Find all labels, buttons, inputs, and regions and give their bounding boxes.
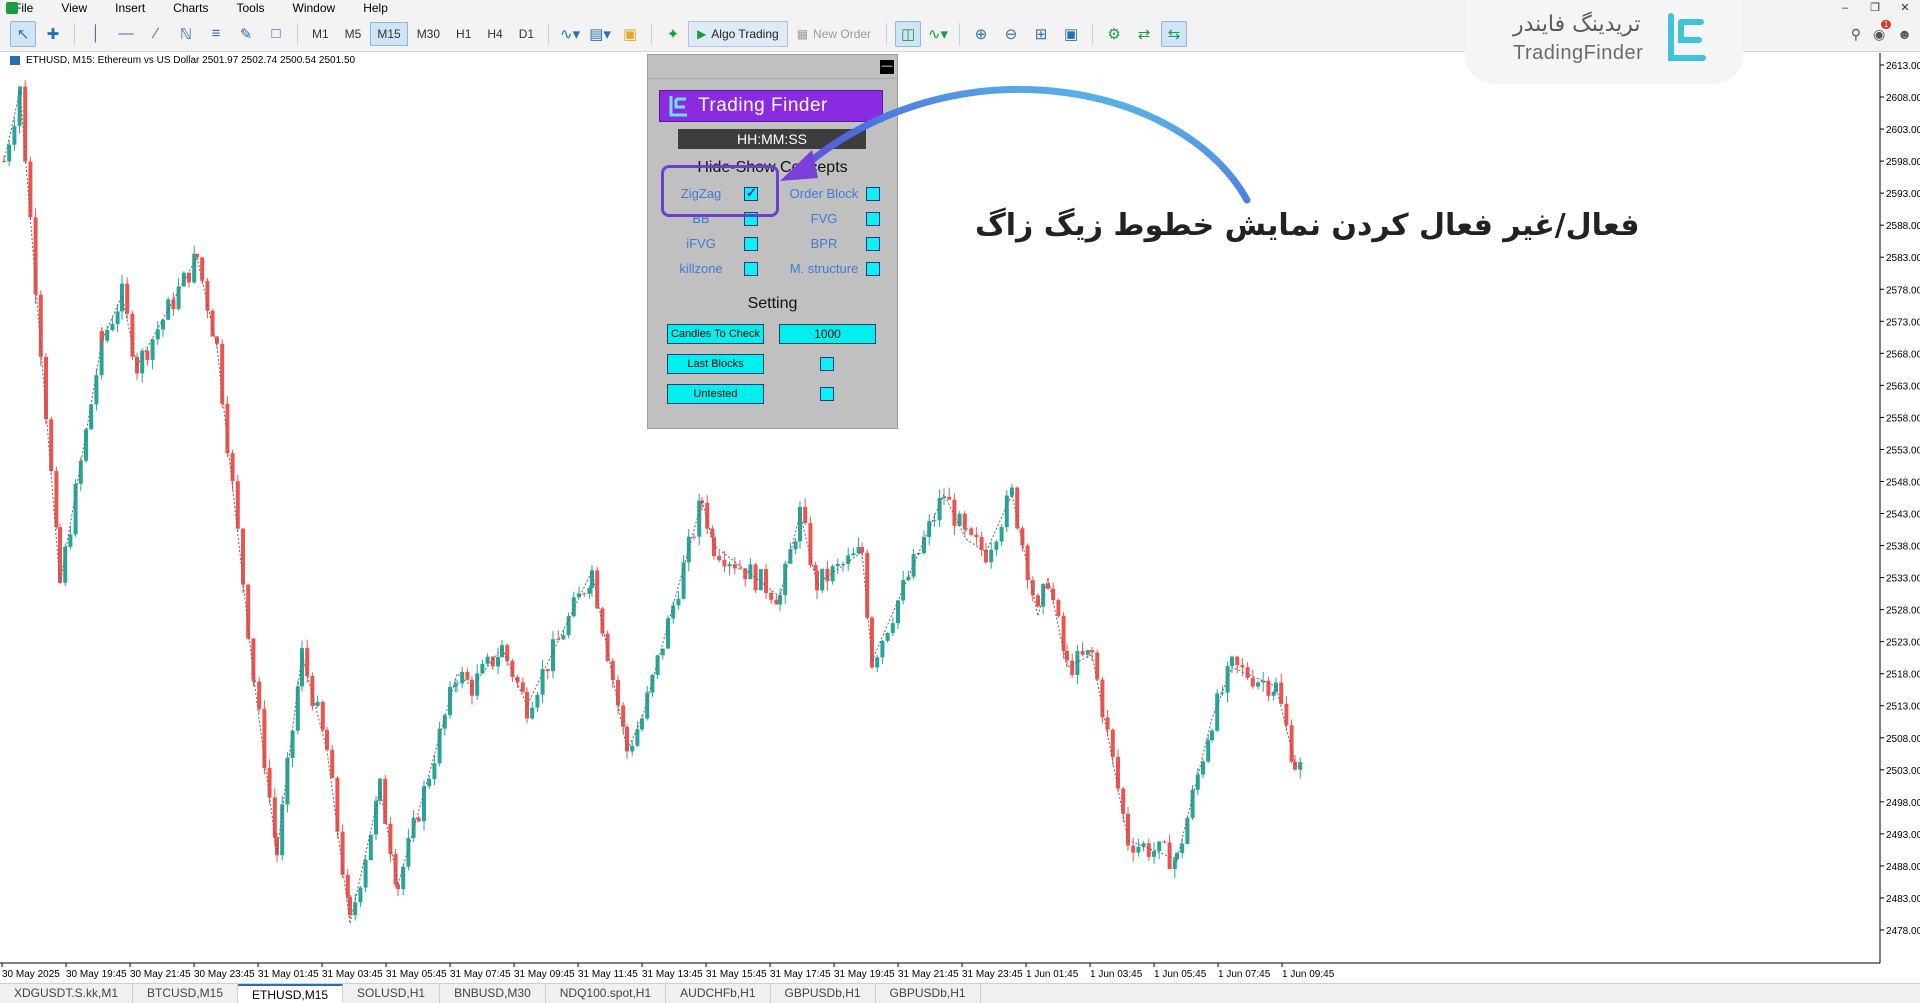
tab-gbpusd-1[interactable]: GBPUSDb,H1 xyxy=(771,984,876,1003)
mt5-window: File View Insert Charts Tools Window Hel… xyxy=(0,0,1920,1003)
tab-ethusd[interactable]: ETHUSD,M15 xyxy=(238,984,344,1003)
tab-ndq100[interactable]: NDQ100.spot,H1 xyxy=(546,984,667,1003)
annotation-arrow xyxy=(780,86,1251,204)
chart-tabs: XDGUSDT.S.kk,M1 BTCUSD,M15 ETHUSD,M15 SO… xyxy=(0,983,1920,1003)
tab-btcusd[interactable]: BTCUSD,M15 xyxy=(133,984,239,1003)
tab-gbpusd-2[interactable]: GBPUSDb,H1 xyxy=(876,984,981,1003)
annotation-text: فعال/غیر فعال کردن نمایش خطوط زیگ زاگ xyxy=(975,208,1640,243)
tab-bnbusd[interactable]: BNBUSD,M30 xyxy=(440,984,546,1003)
tab-audchf[interactable]: AUDCHFb,H1 xyxy=(666,984,771,1003)
tab-solusd[interactable]: SOLUSD,H1 xyxy=(343,984,441,1003)
tab-xdgusdt[interactable]: XDGUSDT.S.kk,M1 xyxy=(0,984,134,1003)
